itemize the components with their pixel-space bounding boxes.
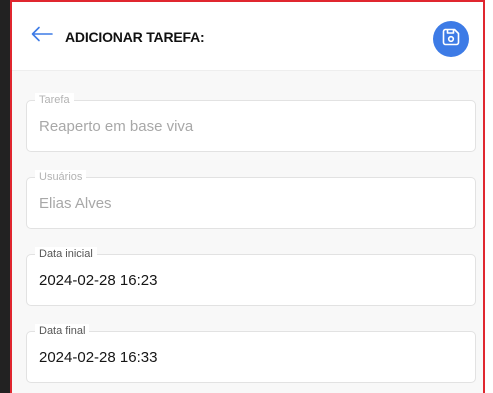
start-date-field-value[interactable]: 2024-02-28 16:23 [39, 272, 157, 289]
task-field-value: Reaperto em base viva [39, 118, 194, 135]
task-field-label: Tarefa [35, 93, 74, 107]
app-header: ADICIONAR TAREFA: [12, 2, 483, 71]
left-edge-strip [0, 0, 10, 393]
task-field: Tarefa Reaperto em base viva [26, 93, 476, 152]
end-date-field[interactable]: Data final 2024-02-28 16:33 [26, 324, 476, 383]
app-frame: ADICIONAR TAREFA: Tarefa Reaperto em bas… [10, 0, 485, 393]
end-date-field-value[interactable]: 2024-02-28 16:33 [39, 349, 157, 366]
start-date-field[interactable]: Data inicial 2024-02-28 16:23 [26, 247, 476, 306]
end-date-field-label: Data final [35, 324, 90, 338]
floppy-disk-icon [441, 27, 461, 52]
arrow-left-icon [31, 26, 53, 47]
start-date-field-label: Data inicial [35, 247, 97, 261]
right-gutter [485, 0, 493, 393]
save-button[interactable] [433, 21, 469, 57]
back-button[interactable] [30, 24, 54, 48]
users-field-label: Usuários [35, 170, 87, 184]
users-field-value: Elias Alves [39, 195, 112, 212]
users-field: Usuários Elias Alves [26, 170, 476, 229]
page-title: ADICIONAR TAREFA: [65, 29, 205, 45]
